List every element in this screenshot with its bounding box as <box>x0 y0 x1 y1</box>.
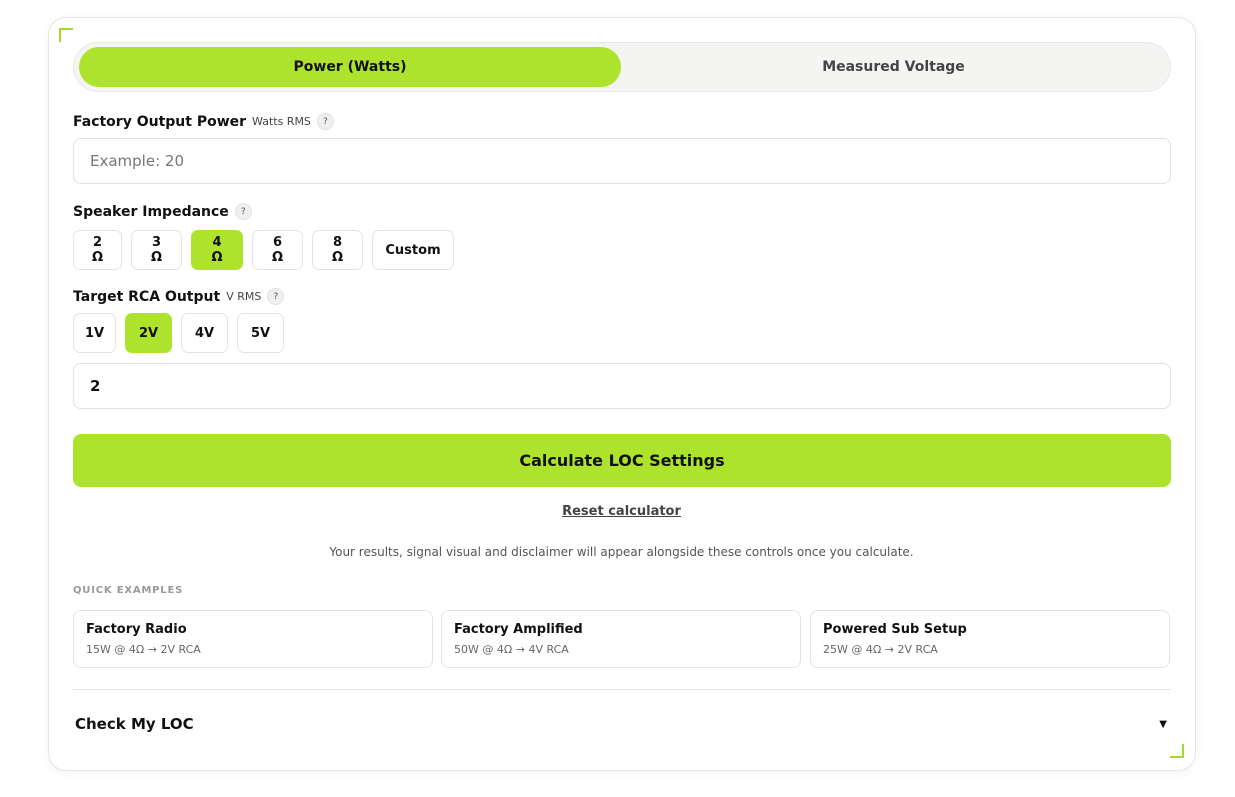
example-card-factory-radio[interactable]: Factory Radio 15W @ 4Ω → 2V RCA <box>73 610 433 668</box>
factory-power-input[interactable] <box>73 138 1171 184</box>
example-card-powered-sub[interactable]: Powered Sub Setup 25W @ 4Ω → 2V RCA <box>810 610 1170 668</box>
factory-power-label-row: Factory Output Power Watts RMS ? <box>73 113 334 130</box>
corner-accent-top-left <box>59 28 73 42</box>
impedance-option-4[interactable]: 4 Ω <box>191 230 243 270</box>
rca-label: Target RCA Output <box>73 288 221 305</box>
tab-measured-voltage[interactable]: Measured Voltage <box>621 47 1166 87</box>
section-divider <box>73 689 1171 690</box>
results-info-text: Your results, signal visual and disclaim… <box>329 545 914 559</box>
rca-option-1v[interactable]: 1V <box>73 313 116 353</box>
corner-accent-bottom-right <box>1170 744 1184 758</box>
reset-calculator-link[interactable]: Reset calculator <box>562 504 681 519</box>
help-icon[interactable]: ? <box>234 203 252 220</box>
factory-power-label: Factory Output Power <box>73 113 247 130</box>
impedance-option-8[interactable]: 8 Ω <box>312 230 363 270</box>
impedance-options: 2 Ω 3 Ω 4 Ω 6 Ω 8 Ω Custom <box>73 230 454 270</box>
tab-power-watts[interactable]: Power (Watts) <box>79 47 621 87</box>
example-subtitle: 25W @ 4Ω → 2V RCA <box>823 643 938 656</box>
check-my-loc-title: Check My LOC <box>75 715 194 733</box>
example-title: Factory Amplified <box>454 622 583 637</box>
rca-options: 1V 2V 4V 5V <box>73 313 284 353</box>
example-card-factory-amplified[interactable]: Factory Amplified 50W @ 4Ω → 4V RCA <box>441 610 801 668</box>
example-title: Powered Sub Setup <box>823 622 967 637</box>
rca-option-5v[interactable]: 5V <box>237 313 284 353</box>
rca-unit: V RMS <box>226 290 262 303</box>
reset-link-row: Reset calculator <box>0 504 1235 519</box>
rca-option-4v[interactable]: 4V <box>181 313 228 353</box>
impedance-option-3[interactable]: 3 Ω <box>131 230 182 270</box>
check-my-loc-accordion[interactable]: Check My LOC ▼ <box>73 706 1171 742</box>
calculate-button[interactable]: Calculate LOC Settings <box>73 434 1171 487</box>
impedance-option-6[interactable]: 6 Ω <box>252 230 303 270</box>
rca-voltage-input[interactable] <box>73 363 1171 409</box>
impedance-option-2[interactable]: 2 Ω <box>73 230 122 270</box>
mode-toggle: Power (Watts) Measured Voltage <box>73 42 1171 92</box>
quick-examples-title: QUICK EXAMPLES <box>73 585 184 596</box>
factory-power-unit: Watts RMS <box>252 115 311 128</box>
impedance-label-row: Speaker Impedance ? <box>73 203 252 220</box>
example-title: Factory Radio <box>86 622 187 637</box>
rca-option-2v[interactable]: 2V <box>125 313 172 353</box>
chevron-down-icon: ▼ <box>1159 718 1167 730</box>
example-subtitle: 15W @ 4Ω → 2V RCA <box>86 643 201 656</box>
rca-label-row: Target RCA Output V RMS ? <box>73 288 285 305</box>
help-icon[interactable]: ? <box>316 113 334 130</box>
help-icon[interactable]: ? <box>267 288 285 305</box>
impedance-option-custom[interactable]: Custom <box>372 230 454 270</box>
impedance-label: Speaker Impedance <box>73 203 229 220</box>
example-subtitle: 50W @ 4Ω → 4V RCA <box>454 643 569 656</box>
